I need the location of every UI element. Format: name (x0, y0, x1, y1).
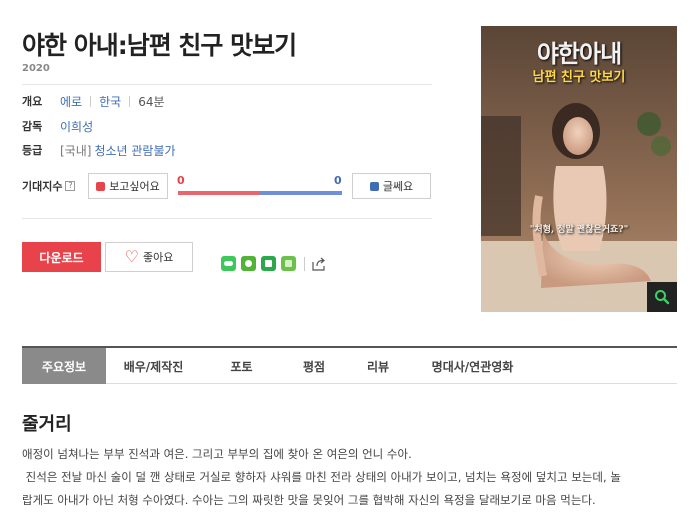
tab-quotes-related[interactable]: 명대사/연관영화 (410, 348, 535, 384)
tab-main-info[interactable]: 주요정보 (22, 348, 106, 384)
download-button[interactable]: 다운로드 (22, 242, 101, 272)
release-year: 2020 (22, 63, 50, 74)
age-rating-link[interactable]: 청소년 관람불가 (94, 142, 175, 159)
share-icons (221, 256, 326, 271)
cafe-icon[interactable] (281, 256, 296, 271)
director-link[interactable]: 이희성 (60, 118, 93, 135)
overview-label: 개요 (22, 95, 43, 108)
genre-link[interactable]: 에로 (60, 93, 82, 110)
meh-button[interactable]: 글쎄요 (352, 173, 431, 199)
meh-gauge-fill (260, 191, 342, 195)
divider (22, 84, 432, 85)
separator (90, 95, 92, 107)
tab-reviews[interactable]: 리뷰 (346, 348, 410, 384)
search-icon (655, 290, 670, 305)
movie-poster[interactable]: 야한아내 남편 친구 맛보기 "처형, 정말 괜찮은거죠?" [한정 · 세트 … (481, 26, 677, 312)
expectation-gauge (178, 191, 342, 195)
share-icon[interactable] (311, 257, 326, 271)
rating-region: [국내] (60, 143, 92, 158)
rating-label: 등급 (22, 144, 43, 157)
synopsis-title: 줄거리 (22, 414, 72, 435)
synopsis-text: 애정이 넘쳐나는 부부 진석과 여은. 그리고 부부의 집에 찾아 온 여은의 … (22, 447, 621, 507)
divider (304, 256, 305, 271)
director-label: 감독 (22, 120, 43, 133)
country-link[interactable]: 한국 (99, 93, 121, 110)
tab-cast-crew[interactable]: 배우/제작진 (106, 348, 201, 384)
help-icon[interactable]: ? (65, 181, 76, 191)
tab-photos[interactable]: 포토 (201, 348, 282, 384)
expectation-label-text: 기대지수 (22, 180, 63, 193)
poster-subtitle: 남편 친구 맛보기 (532, 70, 626, 85)
separator (129, 95, 131, 107)
band-icon[interactable] (241, 256, 256, 271)
zoom-button[interactable] (647, 282, 677, 312)
runtime: 64분 (138, 94, 165, 109)
expectation-label: 기대지수 ? (22, 178, 76, 194)
director-row: 감독 이희성 (22, 117, 93, 135)
rating-row: 등급 [국내] 청소년 관람불가 (22, 141, 176, 159)
heart-icon: ♡ (124, 247, 139, 266)
meh-label: 글쎄요 (382, 180, 414, 193)
overview-row: 개요 에로 한국 64분 (22, 92, 165, 110)
divider (22, 218, 432, 219)
movie-title: 야한 아내:남편 친구 맛보기 (22, 31, 297, 60)
thumbs-down-icon (369, 181, 379, 191)
poster-title: 야한아내 (536, 39, 622, 68)
meh-count: 0 (334, 174, 342, 187)
like-label: 좋아요 (142, 251, 174, 264)
want-count: 0 (177, 174, 185, 187)
thumbs-up-icon (96, 181, 106, 191)
poster-quote: "처형, 정말 괜찮은거죠?" (529, 225, 629, 235)
blog-icon[interactable] (261, 256, 276, 271)
line-icon[interactable] (221, 256, 236, 271)
tab-bar: 주요정보 배우/제작진 포토 평점 리뷰 명대사/연관영화 (22, 346, 677, 384)
want-to-see-button[interactable]: 보고싶어요 (88, 173, 168, 199)
want-gauge-fill (178, 191, 260, 195)
like-button[interactable]: ♡ 좋아요 (105, 242, 193, 272)
tab-scores[interactable]: 평점 (282, 348, 346, 384)
want-to-see-label: 보고싶어요 (109, 180, 160, 193)
